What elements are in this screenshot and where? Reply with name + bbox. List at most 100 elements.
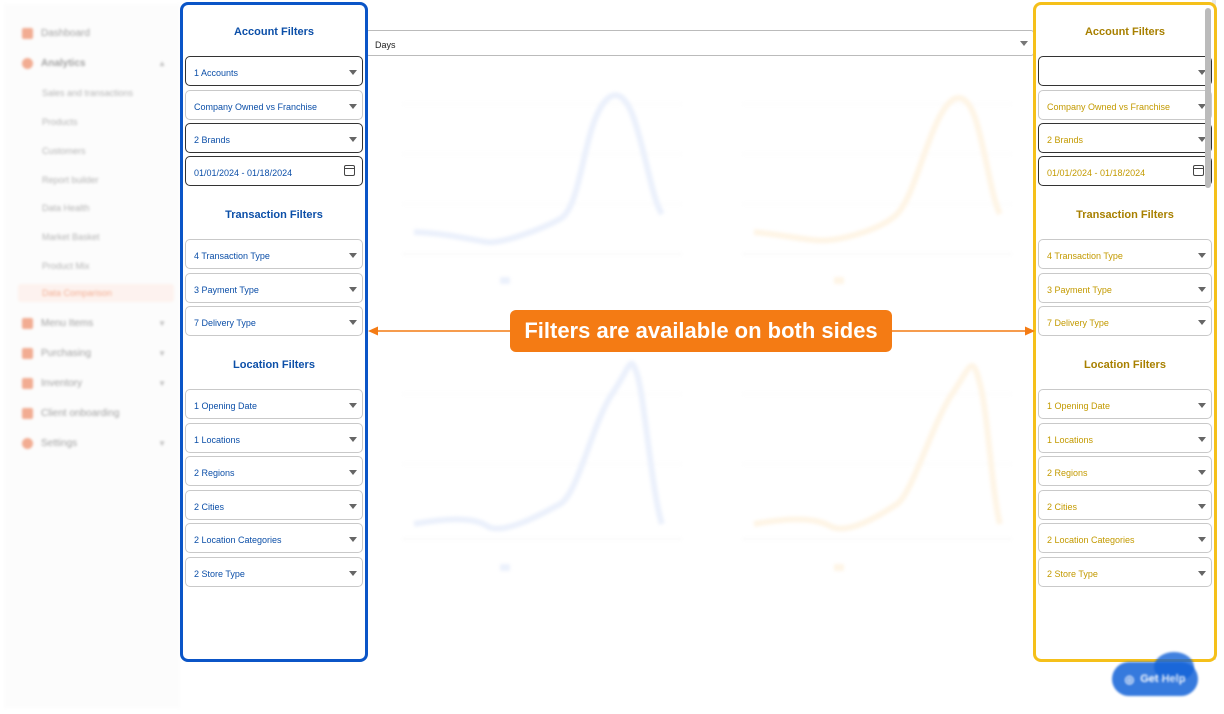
sidebar-item-client-onboarding[interactable]: Client onboarding <box>22 408 172 419</box>
field-value: 4 Transaction Type <box>194 251 270 261</box>
ownership-select[interactable]: Company Owned vs Franchise <box>1038 90 1212 120</box>
chevron-down-icon <box>349 537 357 542</box>
chevron-down-icon <box>1198 437 1206 442</box>
account-filters-heading: Account Filters <box>233 26 315 38</box>
opening-date-select[interactable]: 1 Opening Date <box>185 389 363 419</box>
field-value: 01/01/2024 - 01/18/2024 <box>1047 168 1146 178</box>
payment-type-select[interactable]: 3 Payment Type <box>1038 273 1212 303</box>
field-value: 2 Regions <box>194 468 235 478</box>
chevron-down-icon <box>1198 287 1206 292</box>
date-range-input[interactable]: 01/01/2024 - 01/18/2024 <box>1038 156 1212 186</box>
chevron-down-icon <box>349 470 357 475</box>
store-type-select[interactable]: 2 Store Type <box>1038 557 1212 587</box>
cities-select[interactable]: 2 Cities <box>185 490 363 520</box>
sidebar-sub-market-basket[interactable]: Market Basket <box>42 232 100 242</box>
days-select[interactable]: Days <box>366 30 1034 56</box>
accounts-select[interactable] <box>1038 56 1212 86</box>
regions-select[interactable]: 2 Regions <box>185 456 363 486</box>
field-value: 4 Transaction Type <box>1047 251 1123 261</box>
field-value: 2 Store Type <box>194 569 245 579</box>
regions-select[interactable]: 2 Regions <box>1038 456 1212 486</box>
sidebar-item-inventory[interactable]: Inventory ▼ <box>22 378 172 389</box>
accounts-select[interactable]: 1 Accounts <box>185 56 363 86</box>
left-filter-panel: Account Filters 1 Accounts Company Owned… <box>180 2 368 662</box>
chevron-down-icon: ▼ <box>158 349 166 358</box>
chart-bottom-right <box>742 362 1012 540</box>
brands-select[interactable]: 2 Brands <box>1038 123 1212 153</box>
location-filters-heading: Location Filters <box>1084 359 1166 371</box>
field-value: 1 Locations <box>194 435 241 445</box>
inventory-icon <box>22 378 33 389</box>
sidebar-sub-data-comparison[interactable]: Data Comparison <box>18 284 174 302</box>
payment-type-select[interactable]: 3 Payment Type <box>185 273 363 303</box>
transaction-type-select[interactable]: 4 Transaction Type <box>185 239 363 269</box>
sidebar-item-menu-items[interactable]: Menu Items ▼ <box>22 318 172 329</box>
transaction-filters-heading: Transaction Filters <box>225 209 323 221</box>
date-range-input[interactable]: 01/01/2024 - 01/18/2024 <box>185 156 363 186</box>
chevron-down-icon <box>349 137 357 142</box>
chevron-down-icon <box>349 403 357 408</box>
chart-line-series-a <box>413 360 665 532</box>
location-categories-select[interactable]: 2 Location Categories <box>185 523 363 553</box>
chevron-down-icon <box>349 104 357 109</box>
legend-swatch-a <box>500 564 510 571</box>
menu-items-icon <box>22 318 33 329</box>
chart-top-right <box>742 94 1012 255</box>
field-value: 2 Cities <box>1047 502 1078 512</box>
chart-line-series-a <box>413 92 665 246</box>
transaction-type-select[interactable]: 4 Transaction Type <box>1038 239 1212 269</box>
chevron-down-icon <box>1198 571 1206 576</box>
location-categories-select[interactable]: 2 Location Categories <box>1038 523 1212 553</box>
sidebar-item-label: Menu Items <box>41 318 94 329</box>
ownership-select[interactable]: Company Owned vs Franchise <box>185 90 363 120</box>
store-type-select[interactable]: 2 Store Type <box>185 557 363 587</box>
locations-select[interactable]: 1 Locations <box>1038 423 1212 453</box>
legend-swatch-b <box>834 564 844 571</box>
delivery-type-select[interactable]: 7 Delivery Type <box>1038 306 1212 336</box>
legend-swatch-a <box>500 277 510 284</box>
sidebar-sub-sales[interactable]: Sales and transactions <box>42 88 133 98</box>
sidebar-item-settings[interactable]: Settings ▼ <box>22 438 172 449</box>
sidebar-item-dashboard[interactable]: Dashboard <box>22 28 172 39</box>
chart-line-series-b <box>753 362 1003 532</box>
field-value: 1 Locations <box>1047 435 1094 445</box>
opening-date-select[interactable]: 1 Opening Date <box>1038 389 1212 419</box>
days-select-value: Days <box>375 40 396 50</box>
chevron-down-icon <box>349 70 357 75</box>
field-value: 2 Store Type <box>1047 569 1098 579</box>
delivery-type-select[interactable]: 7 Delivery Type <box>185 306 363 336</box>
calendar-icon[interactable] <box>1193 165 1204 176</box>
get-help-button[interactable]: ◎ Get Help <box>1112 662 1198 696</box>
chevron-down-icon <box>1198 320 1206 325</box>
dashboard-icon <box>22 28 33 39</box>
locations-select[interactable]: 1 Locations <box>185 423 363 453</box>
brands-select[interactable]: 2 Brands <box>185 123 363 153</box>
field-value: 1 Accounts <box>194 68 239 78</box>
field-value: 1 Opening Date <box>1047 401 1111 411</box>
sidebar-item-label: Client onboarding <box>41 408 120 419</box>
sidebar-item-label: Dashboard <box>41 28 90 39</box>
field-value: 7 Delivery Type <box>1047 318 1109 328</box>
chevron-down-icon: ▼ <box>158 319 166 328</box>
chevron-down-icon <box>349 320 357 325</box>
field-value: 7 Delivery Type <box>194 318 256 328</box>
sidebar-sub-report-builder[interactable]: Report builder <box>42 175 99 185</box>
sidebar-item-label: Inventory <box>41 378 83 389</box>
sidebar-item-analytics[interactable]: Analytics ▲ <box>22 58 172 69</box>
chevron-down-icon <box>349 571 357 576</box>
sidebar-sub-data-health[interactable]: Data Health <box>42 203 90 213</box>
help-icon: ◎ <box>1124 673 1135 686</box>
sidebar-sub-customers[interactable]: Customers <box>42 146 86 156</box>
sidebar-item-label: Settings <box>41 438 78 449</box>
sidebar-sub-products[interactable]: Products <box>42 117 78 127</box>
callout-label: Filters are available on both sides <box>510 310 892 352</box>
transaction-filters-heading: Transaction Filters <box>1076 209 1174 221</box>
sidebar-item-purchasing[interactable]: Purchasing ▼ <box>22 348 172 359</box>
app-root: Dashboard Analytics ▲ Sales and transact… <box>0 0 1224 714</box>
chevron-down-icon <box>349 504 357 509</box>
calendar-icon[interactable] <box>344 165 355 176</box>
cities-select[interactable]: 2 Cities <box>1038 490 1212 520</box>
sidebar-sub-product-mix[interactable]: Product Mix <box>42 261 90 271</box>
scrollbar-thumb[interactable] <box>1205 8 1211 188</box>
chevron-down-icon <box>1198 470 1206 475</box>
